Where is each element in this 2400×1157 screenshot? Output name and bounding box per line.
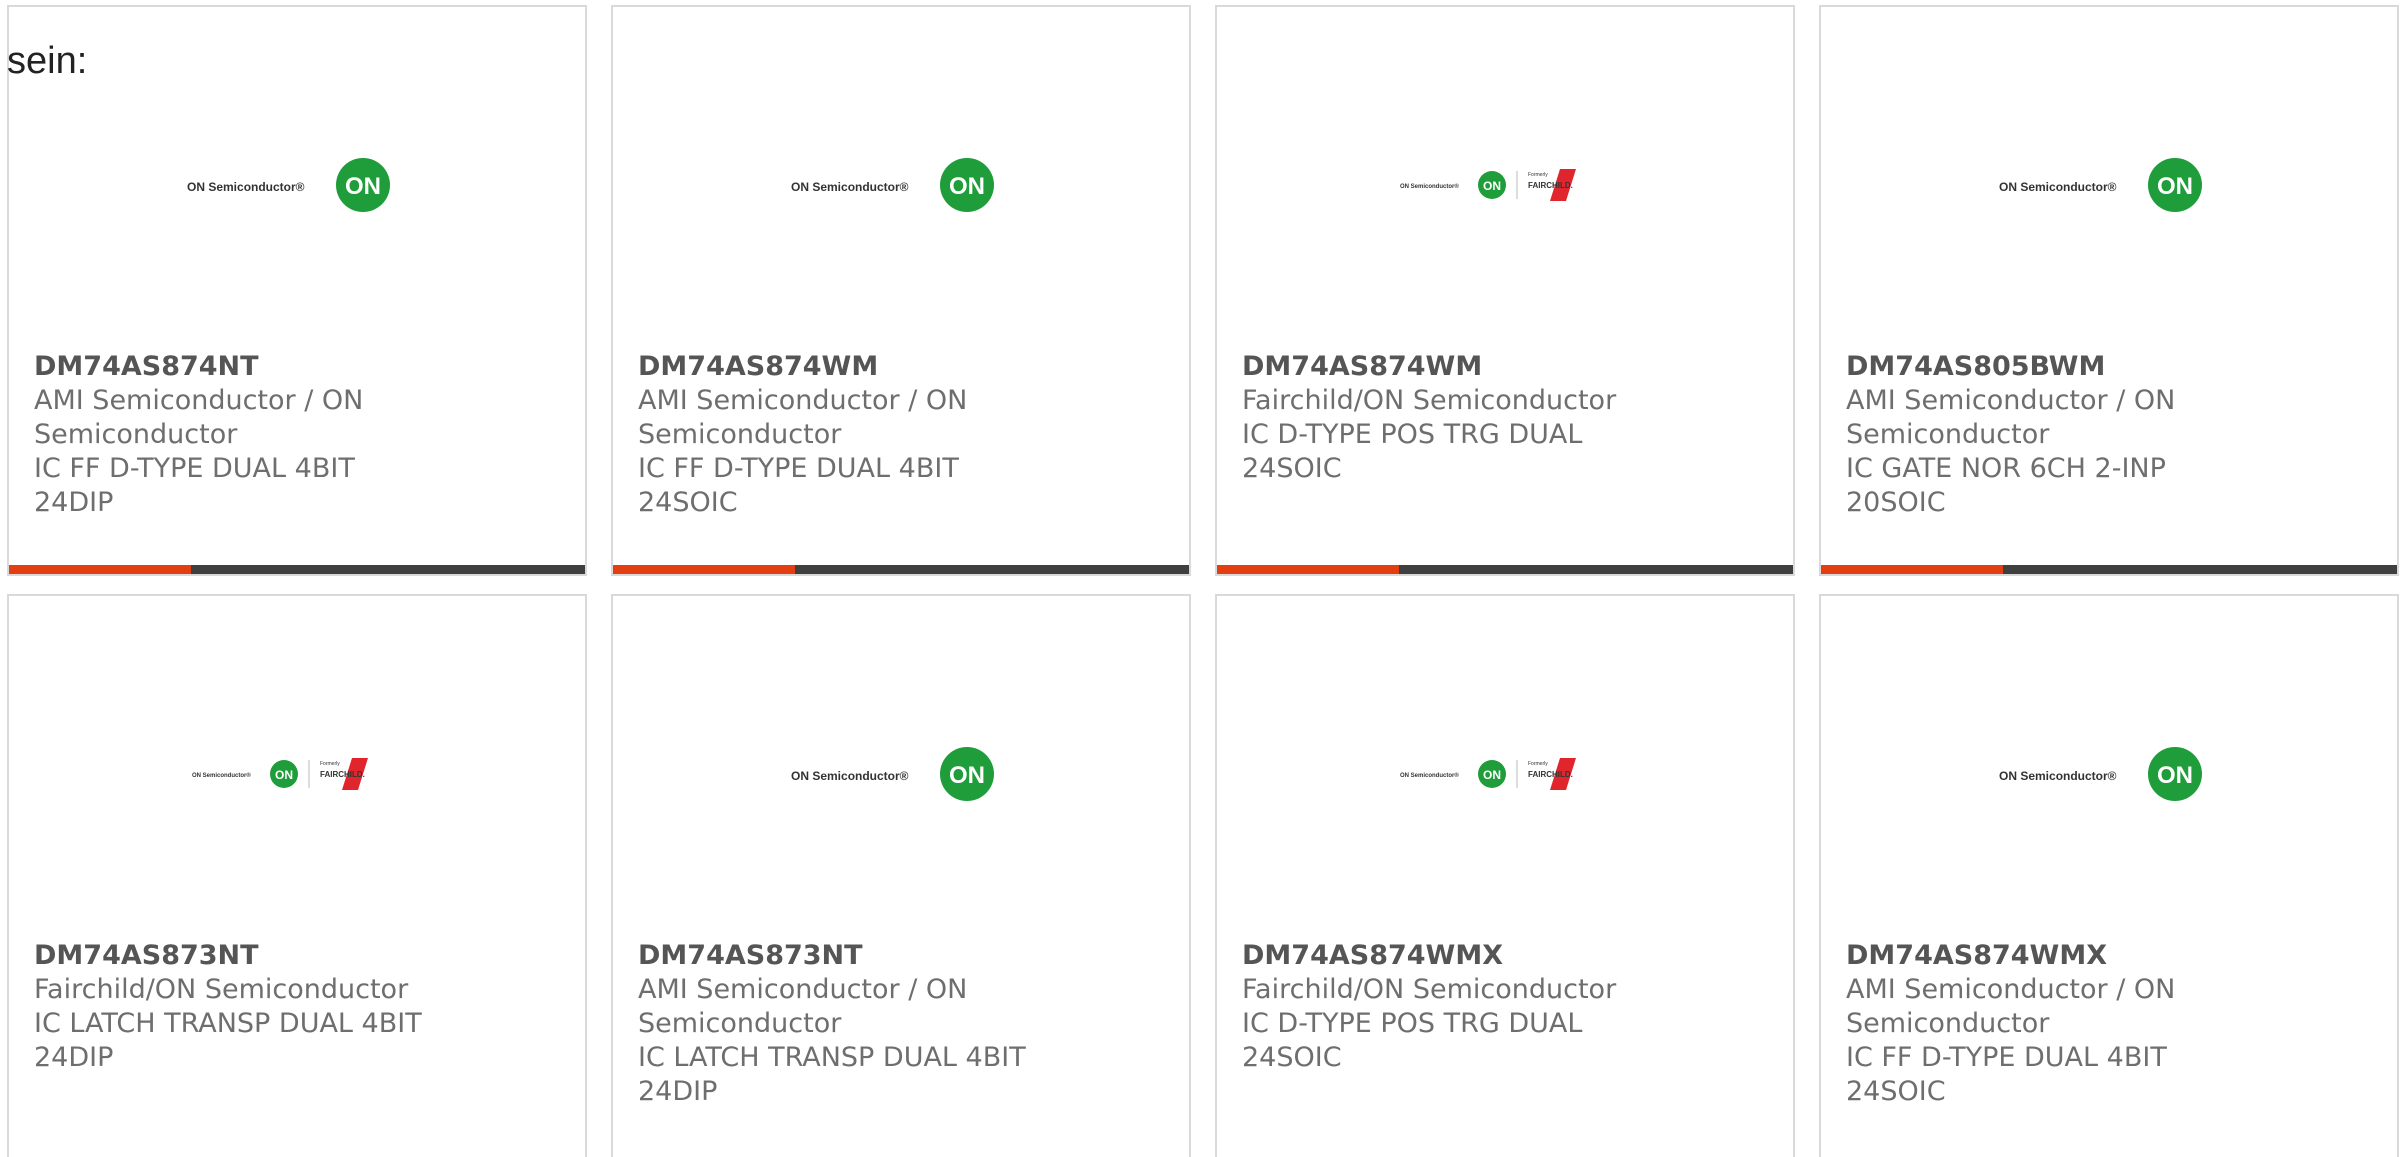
svg-text:ON Semiconductor®: ON Semiconductor® bbox=[791, 180, 909, 194]
svg-text:ON: ON bbox=[949, 762, 985, 789]
svg-text:ON Semiconductor®: ON Semiconductor® bbox=[187, 180, 305, 194]
product-info: DM74AS874WM AMI Semiconductor / ON Semic… bbox=[638, 350, 1164, 520]
part-number[interactable]: DM74AS874WMX bbox=[1846, 940, 2107, 971]
manufacturer-logo: ON Semiconductor® ON Formerly FAIRCHILD. bbox=[1217, 145, 1793, 225]
product-card[interactable]: ON Semiconductor® ON DM74AS874WM AMI Sem… bbox=[611, 5, 1191, 576]
svg-text:FAIRCHILD.: FAIRCHILD. bbox=[320, 770, 365, 779]
manufacturer-name: AMI Semiconductor / ON Semiconductor bbox=[638, 974, 968, 1039]
product-description: IC FF D-TYPE DUAL 4BIT 24SOIC bbox=[638, 453, 959, 518]
card-bottom-bar bbox=[1821, 565, 2397, 574]
svg-text:ON: ON bbox=[1483, 768, 1501, 782]
manufacturer-logo: ON Semiconductor® ON bbox=[9, 145, 585, 225]
product-info: DM74AS874NT AMI Semiconductor / ON Semic… bbox=[34, 350, 560, 520]
part-number[interactable]: DM74AS874WM bbox=[1242, 351, 1482, 382]
svg-text:ON: ON bbox=[345, 173, 381, 200]
product-card[interactable]: ON Semiconductor® ON Formerly FAIRCHILD.… bbox=[1215, 5, 1795, 576]
on-fairchild-logo: ON Semiconductor® ON Formerly FAIRCHILD. bbox=[1400, 758, 1576, 790]
product-description: IC LATCH TRANSP DUAL 4BIT 24DIP bbox=[34, 1008, 422, 1073]
svg-text:ON Semiconductor®: ON Semiconductor® bbox=[192, 772, 251, 779]
svg-text:ON: ON bbox=[2157, 762, 2193, 789]
on-semiconductor-logo: ON Semiconductor® ON bbox=[1999, 747, 2202, 801]
on-fairchild-logo: ON Semiconductor® ON Formerly FAIRCHILD. bbox=[1400, 169, 1576, 201]
card-bottom-bar bbox=[1217, 565, 1793, 574]
product-description: IC D-TYPE POS TRG DUAL 24SOIC bbox=[1242, 419, 1583, 484]
product-description: IC D-TYPE POS TRG DUAL 24SOIC bbox=[1242, 1008, 1583, 1073]
on-fairchild-logo: ON Semiconductor® ON Formerly FAIRCHILD. bbox=[192, 758, 368, 790]
svg-text:Formerly: Formerly bbox=[1528, 172, 1548, 178]
manufacturer-logo: ON Semiconductor® ON Formerly FAIRCHILD. bbox=[9, 734, 585, 814]
svg-text:ON Semiconductor®: ON Semiconductor® bbox=[1400, 772, 1459, 779]
on-semiconductor-logo: ON Semiconductor® ON bbox=[1999, 158, 2202, 212]
product-info: DM74AS805BWM AMI Semiconductor / ON Semi… bbox=[1846, 350, 2372, 520]
svg-text:ON: ON bbox=[1483, 179, 1501, 193]
card-bottom-bar bbox=[9, 565, 585, 574]
part-number[interactable]: DM74AS874WMX bbox=[1242, 940, 1503, 971]
part-number[interactable]: DM74AS873NT bbox=[34, 940, 259, 971]
intro-text: sein: bbox=[7, 40, 88, 82]
part-number[interactable]: DM74AS805BWM bbox=[1846, 351, 2105, 382]
manufacturer-logo: ON Semiconductor® ON bbox=[613, 734, 1189, 814]
svg-text:FAIRCHILD.: FAIRCHILD. bbox=[1528, 770, 1573, 779]
svg-text:ON: ON bbox=[2157, 173, 2193, 200]
svg-text:ON Semiconductor®: ON Semiconductor® bbox=[791, 769, 909, 783]
manufacturer-logo: ON Semiconductor® ON Formerly FAIRCHILD. bbox=[1217, 734, 1793, 814]
product-card[interactable]: ON Semiconductor® ON DM74AS873NT AMI Sem… bbox=[611, 594, 1191, 1157]
manufacturer-name: Fairchild/ON Semiconductor bbox=[1242, 385, 1617, 416]
product-description: IC FF D-TYPE DUAL 4BIT 24SOIC bbox=[1846, 1042, 2167, 1107]
manufacturer-name: AMI Semiconductor / ON Semiconductor bbox=[1846, 385, 2176, 450]
manufacturer-name: Fairchild/ON Semiconductor bbox=[1242, 974, 1617, 1005]
product-description: IC LATCH TRANSP DUAL 4BIT 24DIP bbox=[638, 1042, 1026, 1107]
product-info: DM74AS874WMX Fairchild/ON Semiconductor … bbox=[1242, 939, 1768, 1075]
product-grid-page: sein: ON Semiconductor® ON DM74AS874NT A… bbox=[0, 0, 2400, 1157]
product-info: DM74AS873NT AMI Semiconductor / ON Semic… bbox=[638, 939, 1164, 1109]
svg-text:Formerly: Formerly bbox=[1528, 761, 1548, 767]
product-card[interactable]: ON Semiconductor® ON DM74AS805BWM AMI Se… bbox=[1819, 5, 2399, 576]
manufacturer-name: Fairchild/ON Semiconductor bbox=[34, 974, 409, 1005]
part-number[interactable]: DM74AS874NT bbox=[34, 351, 259, 382]
card-bottom-bar bbox=[613, 565, 1189, 574]
product-card[interactable]: ON Semiconductor® ON Formerly FAIRCHILD.… bbox=[7, 594, 587, 1157]
svg-text:Formerly: Formerly bbox=[320, 761, 340, 767]
product-card[interactable]: ON Semiconductor® ON Formerly FAIRCHILD.… bbox=[1215, 594, 1795, 1157]
svg-text:FAIRCHILD.: FAIRCHILD. bbox=[1528, 181, 1573, 190]
svg-text:ON: ON bbox=[275, 768, 293, 782]
svg-text:ON: ON bbox=[949, 173, 985, 200]
on-semiconductor-logo: ON Semiconductor® ON bbox=[791, 747, 994, 801]
product-description: IC FF D-TYPE DUAL 4BIT 24DIP bbox=[34, 453, 355, 518]
manufacturer-name: AMI Semiconductor / ON Semiconductor bbox=[34, 385, 364, 450]
product-info: DM74AS874WMX AMI Semiconductor / ON Semi… bbox=[1846, 939, 2372, 1109]
manufacturer-logo: ON Semiconductor® ON bbox=[1821, 145, 2397, 225]
manufacturer-name: AMI Semiconductor / ON Semiconductor bbox=[638, 385, 968, 450]
manufacturer-logo: ON Semiconductor® ON bbox=[1821, 734, 2397, 814]
on-semiconductor-logo: ON Semiconductor® ON bbox=[187, 158, 390, 212]
product-info: DM74AS873NT Fairchild/ON Semiconductor I… bbox=[34, 939, 560, 1075]
product-card[interactable]: ON Semiconductor® ON DM74AS874WMX AMI Se… bbox=[1819, 594, 2399, 1157]
manufacturer-logo: ON Semiconductor® ON bbox=[613, 145, 1189, 225]
on-semiconductor-logo: ON Semiconductor® ON bbox=[791, 158, 994, 212]
svg-text:ON Semiconductor®: ON Semiconductor® bbox=[1999, 180, 2117, 194]
svg-text:ON Semiconductor®: ON Semiconductor® bbox=[1999, 769, 2117, 783]
svg-text:ON Semiconductor®: ON Semiconductor® bbox=[1400, 183, 1459, 190]
part-number[interactable]: DM74AS873NT bbox=[638, 940, 863, 971]
product-info: DM74AS874WM Fairchild/ON Semiconductor I… bbox=[1242, 350, 1768, 486]
part-number[interactable]: DM74AS874WM bbox=[638, 351, 878, 382]
product-description: IC GATE NOR 6CH 2-INP 20SOIC bbox=[1846, 453, 2166, 518]
product-card[interactable]: ON Semiconductor® ON DM74AS874NT AMI Sem… bbox=[7, 5, 587, 576]
manufacturer-name: AMI Semiconductor / ON Semiconductor bbox=[1846, 974, 2176, 1039]
